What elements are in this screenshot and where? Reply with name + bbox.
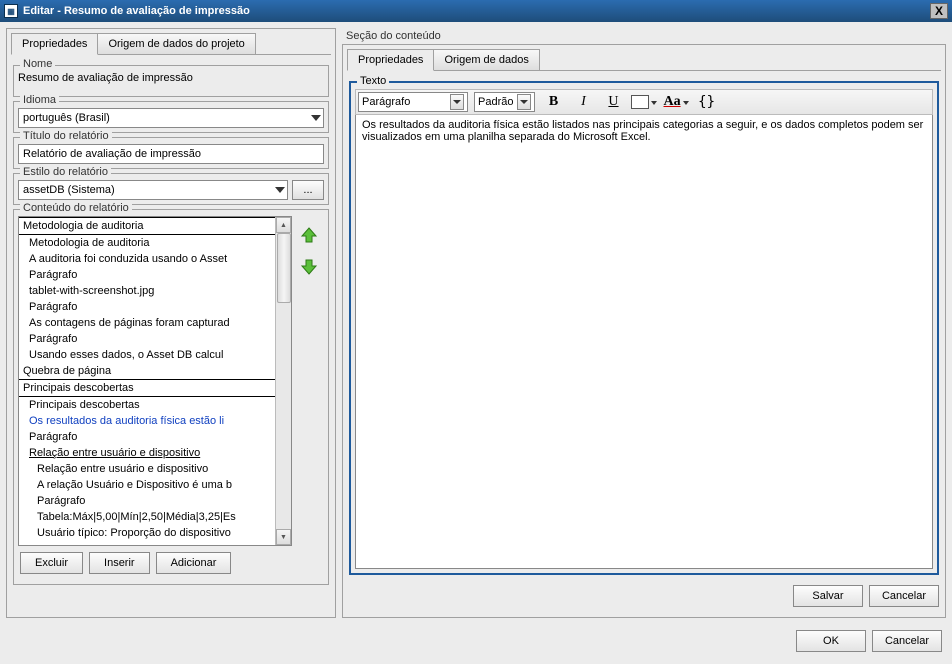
chevron-down-icon [651,96,657,108]
text-color-icon: Aa [663,94,680,110]
section-label: Seção do conteúdo [342,28,946,44]
list-item[interactable]: Relação entre usuário e dispositivo [19,445,275,461]
left-panel: Propriedades Origem de dados do projeto … [6,28,336,618]
report-title-label: Título do relatório [20,130,112,142]
add-button[interactable]: Adicionar [156,552,232,574]
list-item[interactable]: A auditoria foi conduzida usando o Asset [19,251,275,267]
editor-textarea[interactable]: Os resultados da auditoria física estão … [355,115,933,569]
close-button[interactable]: X [930,3,948,19]
chevron-down-icon [275,187,285,193]
language-value: português (Brasil) [23,112,110,124]
tab-properties-right[interactable]: Propriedades [347,49,434,71]
chevron-down-icon [450,94,464,110]
list-item[interactable]: Parágrafo [19,429,275,445]
cancel-button-inner[interactable]: Cancelar [869,585,939,607]
list-item[interactable]: Parágrafo [19,267,275,283]
underline-button[interactable]: U [601,92,625,112]
name-label: Nome [20,58,55,70]
style-browse-button[interactable]: ... [292,180,324,200]
titlebar: ▦ Editar - Resumo de avaliação de impres… [0,0,952,22]
chevron-down-icon [311,115,321,121]
list-item[interactable]: Quebra de página [19,363,275,379]
text-fieldset: Texto Parágrafo Padrão B I U [349,81,939,575]
chevron-down-icon [683,96,689,108]
char-style-select[interactable]: Padrão [474,92,535,112]
bg-color-button[interactable] [631,95,657,109]
paragraph-style-select[interactable]: Parágrafo [358,92,468,112]
cancel-button[interactable]: Cancelar [872,630,942,652]
list-item[interactable]: Tabela:Máx|5,00|Mín|2,50|Média|3,25|Es [19,509,275,525]
name-display: Resumo de avaliação de impressão [18,72,324,92]
list-item[interactable]: A relação Usuário e Dispositivo é uma b [19,477,275,493]
language-label: Idioma [20,94,59,106]
list-item[interactable]: Relação entre usuário e dispositivo [19,461,275,477]
language-select[interactable]: português (Brasil) [18,108,324,128]
arrow-down-icon [300,258,318,276]
report-title-input[interactable] [18,144,324,164]
save-button[interactable]: Salvar [793,585,863,607]
paragraph-style-value: Parágrafo [362,96,446,108]
scroll-thumb[interactable] [277,233,291,303]
style-fieldset: Estilo do relatório assetDB (Sistema) ..… [13,173,329,205]
dialog-button-bar: OK Cancelar [0,624,952,658]
app-icon: ▦ [4,4,18,18]
right-tabs: Propriedades Origem de dados [347,49,941,71]
list-item[interactable]: Os resultados da auditoria física estão … [19,413,275,429]
italic-button[interactable]: I [571,92,595,112]
content-scrollbar[interactable]: ▲ ▼ [275,217,291,545]
style-select[interactable]: assetDB (Sistema) [18,180,288,200]
scroll-down-button[interactable]: ▼ [276,529,291,545]
move-up-button[interactable] [298,224,320,246]
chevron-down-icon [517,94,531,110]
delete-button[interactable]: Excluir [20,552,83,574]
insert-field-button[interactable]: {} [695,92,719,112]
list-item[interactable]: As contagens de páginas foram capturad [19,315,275,331]
char-style-value: Padrão [478,96,513,108]
report-title-fieldset: Título do relatório [13,137,329,169]
list-item[interactable]: Principais descobertas [19,379,275,397]
content-fieldset: Conteúdo do relatório Metodologia de aud… [13,209,329,585]
text-color-button[interactable]: Aa [663,94,688,110]
tab-data-origin-right[interactable]: Origem de dados [433,49,539,71]
text-label: Texto [357,75,389,87]
style-label: Estilo do relatório [20,166,111,178]
scroll-up-button[interactable]: ▲ [276,217,291,233]
list-item[interactable]: Parágrafo [19,299,275,315]
style-value: assetDB (Sistema) [23,184,115,196]
window-title: Editar - Resumo de avaliação de impressã… [23,5,930,17]
name-fieldset: Nome Resumo de avaliação de impressão [13,65,329,97]
list-item[interactable]: Usando esses dados, o Asset DB calcul [19,347,275,363]
bold-button[interactable]: B [541,92,565,112]
arrow-up-icon [300,226,318,244]
tab-properties[interactable]: Propriedades [11,33,98,55]
content-list[interactable]: Metodologia de auditoriaMetodologia de a… [18,216,292,546]
ok-button[interactable]: OK [796,630,866,652]
right-panel: Seção do conteúdo Propriedades Origem de… [342,28,946,618]
color-swatch-icon [631,95,649,109]
tab-data-origin[interactable]: Origem de dados do projeto [97,33,255,55]
editor-toolbar: Parágrafo Padrão B I U [355,89,933,115]
list-item[interactable]: Usuário típico: Proporção do dispositivo [19,525,275,541]
list-item[interactable]: Metodologia de auditoria [19,217,275,235]
move-down-button[interactable] [298,256,320,278]
left-tabs: Propriedades Origem de dados do projeto [11,33,331,55]
list-item[interactable]: Parágrafo [19,493,275,509]
list-item[interactable]: Metodologia de auditoria [19,235,275,251]
list-item[interactable]: tablet-with-screenshot.jpg [19,283,275,299]
language-fieldset: Idioma português (Brasil) [13,101,329,133]
list-item[interactable]: Principais descobertas [19,397,275,413]
list-item[interactable]: Parágrafo [19,331,275,347]
content-label: Conteúdo do relatório [20,202,132,214]
insert-button[interactable]: Inserir [89,552,150,574]
